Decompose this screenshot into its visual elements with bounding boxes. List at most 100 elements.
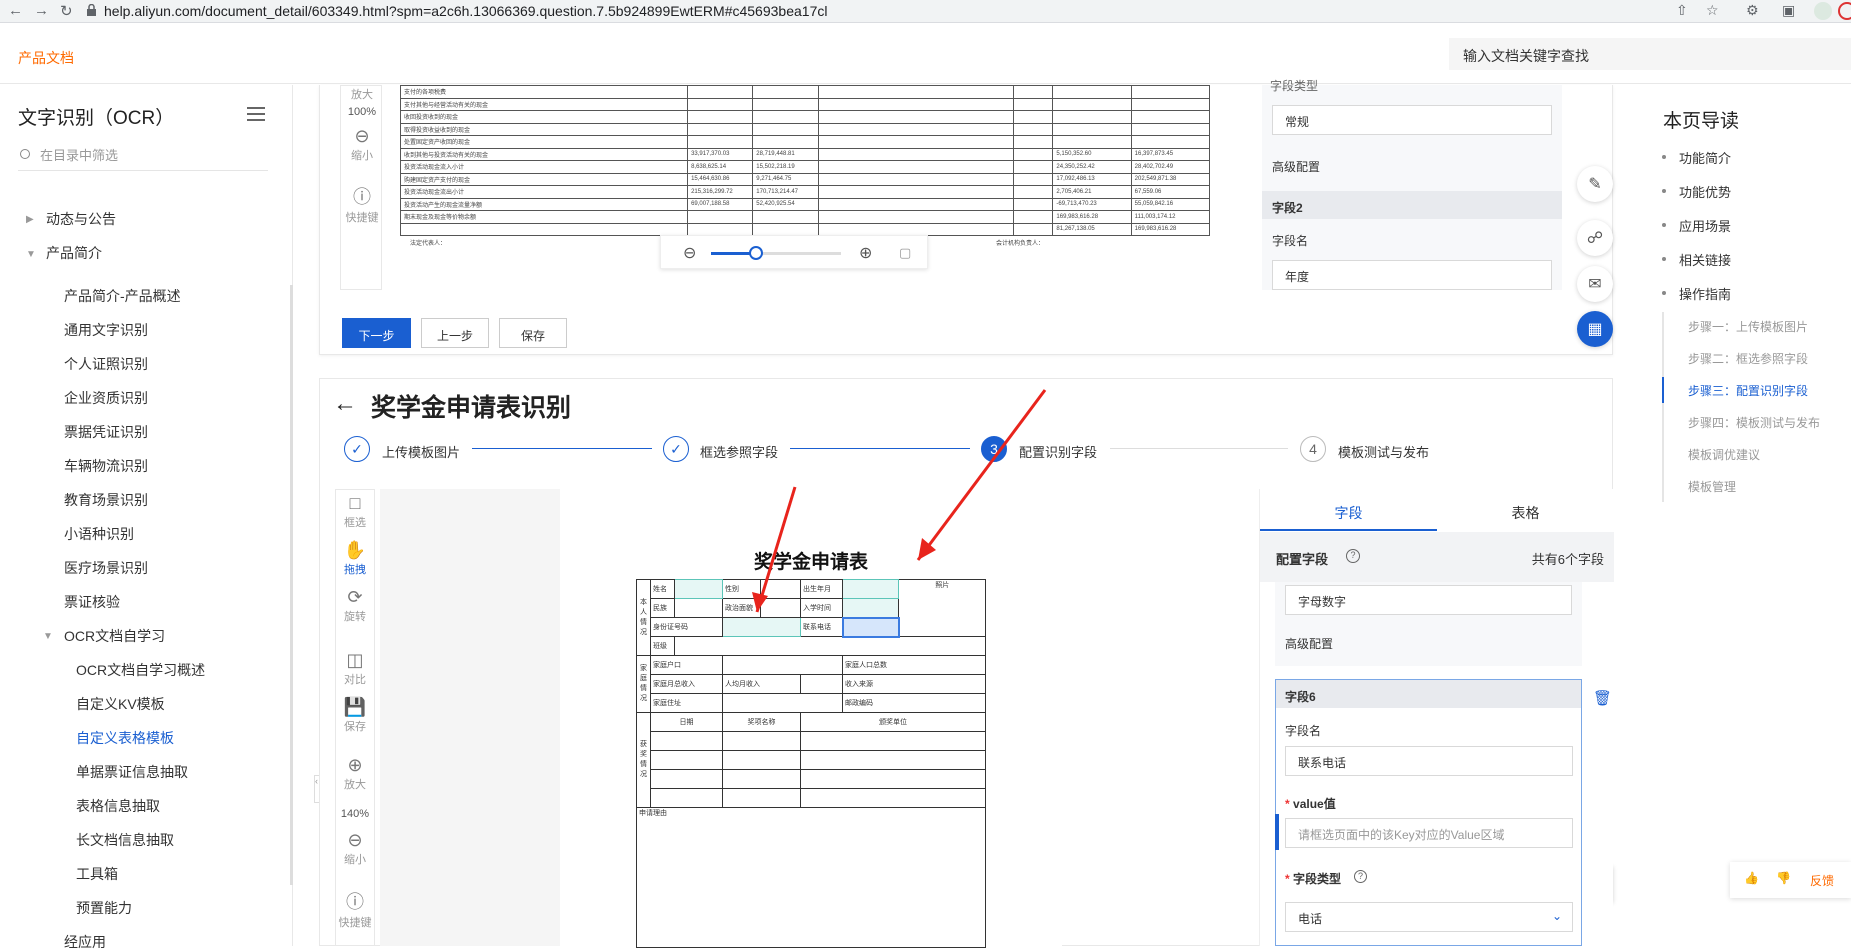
thumbs-up-icon[interactable]: 👍 <box>1744 871 1759 885</box>
reload-icon[interactable]: ↻ <box>60 2 73 20</box>
sidebar-item[interactable]: 工具箱 <box>76 864 118 884</box>
advanced-config-label[interactable]: 高级配置 <box>1272 158 1320 175</box>
comment-icon[interactable]: ✉ <box>1577 266 1613 302</box>
sidebar-item[interactable]: 表格信息抽取 <box>76 796 160 816</box>
forward-icon[interactable]: → <box>34 2 49 19</box>
help-icon[interactable]: ? <box>1354 870 1367 883</box>
profile-avatar[interactable] <box>1814 2 1832 20</box>
sidebar-item[interactable]: 个人证照识别 <box>64 354 148 374</box>
feedback-widget[interactable]: 👍 👎 反馈 <box>1730 862 1851 898</box>
field6-title: 字段6 <box>1285 690 1316 704</box>
edit-icon[interactable]: ✎ <box>1577 166 1613 202</box>
sidebar-item[interactable]: 自定义KV模板 <box>76 694 165 714</box>
tab-field[interactable]: 字段 <box>1260 489 1437 531</box>
compare-tool[interactable]: ◫ 对比 <box>336 650 374 687</box>
value-region-input[interactable]: 请框选页面中的该Key对应的Value区域 <box>1285 818 1573 848</box>
sidebar-item[interactable]: 自定义表格模板 <box>76 728 174 748</box>
sidebar-scrollbar[interactable] <box>290 285 293 885</box>
zoom-track[interactable] <box>711 252 841 255</box>
sidebar-item[interactable]: 长文档信息抽取 <box>76 830 174 850</box>
sidebar-item[interactable]: 票证核验 <box>64 592 120 612</box>
sidebar-item[interactable]: OCR文档自学习 <box>64 626 165 646</box>
delete-icon[interactable]: 🗑 <box>1593 689 1612 707</box>
save-button[interactable]: 保存 <box>499 318 567 348</box>
back-icon[interactable]: ← <box>8 2 23 19</box>
rotate-tool[interactable]: ⟳ 旋转 <box>336 587 374 624</box>
id-value-box[interactable] <box>722 617 801 637</box>
chevron-down-icon[interactable]: ▼ <box>26 249 36 260</box>
name-value-box[interactable] <box>674 579 723 599</box>
sidebar-item[interactable]: 车辆物流识别 <box>64 456 148 476</box>
sidebar-item[interactable]: 小语种识别 <box>64 524 134 544</box>
zoom-slider-handle[interactable] <box>749 246 763 260</box>
zoom-out-icon[interactable]: ⊖ <box>683 243 696 263</box>
zoom-in-icon[interactable]: ⊕ <box>859 243 872 263</box>
sidebar-item[interactable]: 医疗场景识别 <box>64 558 148 578</box>
chevron-right-icon[interactable]: ▶ <box>26 214 34 225</box>
apps-icon[interactable]: ▦ <box>1577 311 1613 347</box>
extensions-icon[interactable]: ⚙ <box>1746 2 1759 19</box>
back-arrow-icon[interactable]: ← <box>333 390 357 418</box>
toc-bullet <box>1662 189 1666 193</box>
type-select[interactable]: 常规 <box>1272 105 1552 135</box>
toc-item[interactable]: 功能优势 <box>1679 182 1731 201</box>
fit-icon[interactable]: ▢ <box>899 245 911 261</box>
sidebar-item[interactable]: 经应用 <box>64 932 106 952</box>
zoom-out-tool[interactable]: ⊖ 缩小 <box>341 126 383 163</box>
advanced-config-label[interactable]: 高级配置 <box>1285 635 1333 652</box>
field-name-input[interactable]: 年度 <box>1272 260 1552 290</box>
field-type-select[interactable]: 电话 ⌄ <box>1285 902 1573 932</box>
zoom-out-tool[interactable]: ⊖ 缩小 <box>336 830 374 867</box>
field-name-input[interactable]: 联系电话 <box>1285 746 1573 776</box>
toc-item[interactable]: 操作指南 <box>1679 284 1731 303</box>
sidebar-item[interactable]: OCR文档自学习概述 <box>76 660 205 680</box>
thumbs-down-icon[interactable]: 👎 <box>1776 871 1791 885</box>
update-icon[interactable] <box>1838 2 1851 20</box>
sidebar-item[interactable]: 单据票证信息抽取 <box>76 762 188 782</box>
field5-type-select[interactable]: 字母数字 <box>1285 585 1572 615</box>
toc-sub-item[interactable]: 步骤一：上传模板图片 <box>1688 318 1808 335</box>
form-cell <box>722 731 801 751</box>
chevron-down-icon[interactable]: ▼ <box>43 631 53 642</box>
sidebar-item[interactable]: 通用文字识别 <box>64 320 148 340</box>
zoom-in-tool[interactable]: 放大 <box>341 86 383 102</box>
prev-button[interactable]: 上一步 <box>421 318 489 348</box>
toc-sub-item[interactable]: 步骤二：框选参照字段 <box>1688 350 1808 367</box>
feedback-label[interactable]: 反馈 <box>1810 872 1834 889</box>
statement-cell <box>1052 122 1132 136</box>
search-input[interactable]: 输入文档关键字查找 <box>1449 38 1851 70</box>
star-icon[interactable]: ☆ <box>1706 2 1719 19</box>
select-tool[interactable]: □ 框选 <box>336 493 374 530</box>
zoom-in-tool[interactable]: ⊕ 放大 <box>336 755 374 792</box>
shortcut-tool[interactable]: ⓘ 快捷键 <box>341 183 383 225</box>
toc-sub-item[interactable]: 步骤四：模板测试与发布 <box>1688 414 1820 431</box>
address-bar[interactable]: help.aliyun.com/document_detail/603349.h… <box>104 3 827 19</box>
share-icon[interactable]: ⇧ <box>1676 2 1688 19</box>
tab-table[interactable]: 表格 <box>1437 489 1614 531</box>
sidebar-item[interactable]: 企业资质识别 <box>64 388 148 408</box>
toc-sub-item[interactable]: 模板调优建议 <box>1688 446 1760 463</box>
toc-sub-item[interactable]: 步骤三：配置识别字段 <box>1688 382 1808 399</box>
sidebar-item[interactable]: 票据凭证识别 <box>64 422 148 442</box>
toc-item[interactable]: 功能简介 <box>1679 148 1731 167</box>
toc-item[interactable]: 应用场景 <box>1679 216 1731 235</box>
sidebar-item[interactable]: 产品简介-产品概述 <box>64 286 181 306</box>
sidebar-filter-input[interactable]: 在目录中筛选 <box>18 145 268 171</box>
toc-item[interactable]: 相关链接 <box>1679 250 1731 269</box>
sidebar-item[interactable]: 动态与公告 <box>46 209 116 229</box>
share-icon[interactable]: ☍ <box>1577 220 1613 256</box>
sidepanel-icon[interactable]: ▣ <box>1782 2 1795 19</box>
shortcut-tool[interactable]: ⓘ 快捷键 <box>336 888 374 930</box>
help-icon[interactable]: ? <box>1346 549 1360 563</box>
save-tool[interactable]: 💾 保存 <box>336 697 374 734</box>
sidebar-item[interactable]: 教育场景识别 <box>64 490 148 510</box>
sidebar-item[interactable]: 预置能力 <box>76 898 132 918</box>
next-button[interactable]: 下一步 <box>342 318 411 348</box>
brand-link[interactable]: 产品文档 <box>18 48 74 68</box>
sidebar-item[interactable]: 产品简介 <box>46 243 102 263</box>
menu-icon[interactable] <box>247 107 265 121</box>
zoom-level: 100% <box>347 106 377 118</box>
drag-tool[interactable]: ✋ 拖拽 <box>336 540 374 577</box>
toc-sub-item[interactable]: 模板管理 <box>1688 478 1736 495</box>
phone-value-selection[interactable] <box>841 616 900 638</box>
